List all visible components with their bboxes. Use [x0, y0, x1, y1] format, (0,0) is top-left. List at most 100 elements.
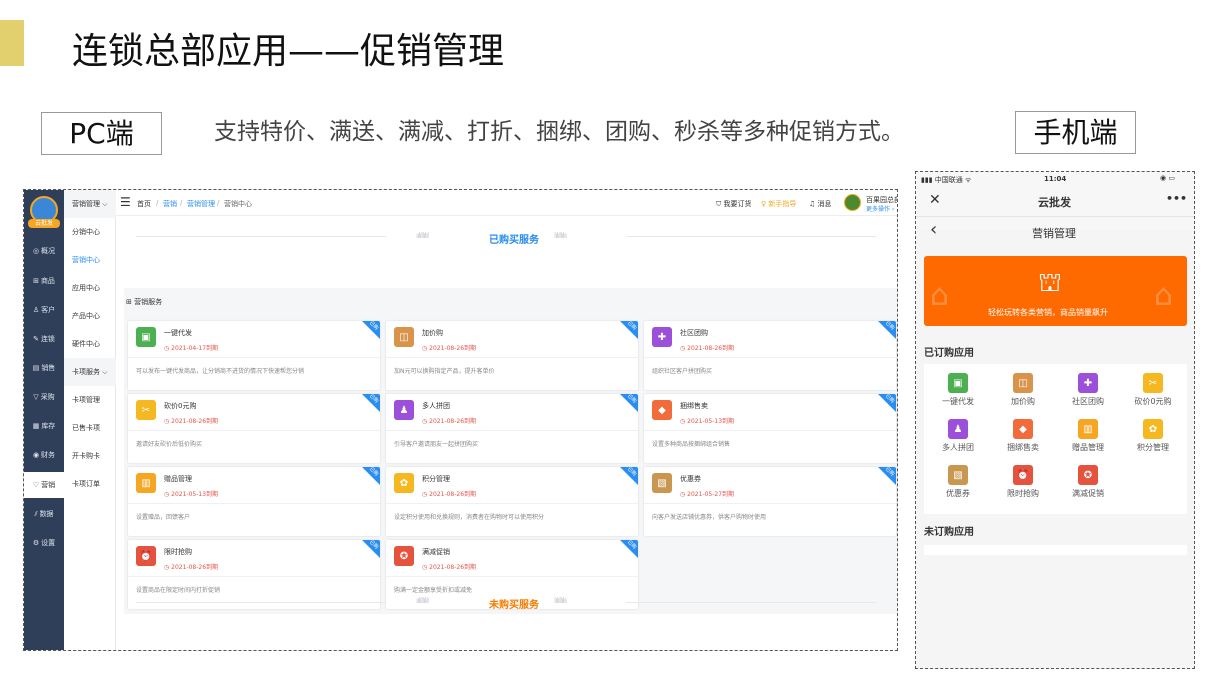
breadcrumb-item[interactable]: 营销: [163, 199, 177, 209]
service-card[interactable]: ▥ 赠品管理 ◷ 2021-05-13到期 设置赠品，回馈客户 已购: [128, 467, 380, 536]
mobile-app-item[interactable]: ◫ 加价购: [993, 373, 1053, 407]
sidebar-item[interactable]: ▦ 库存: [24, 413, 64, 439]
service-name: 积分管理: [422, 475, 450, 483]
submenu-item[interactable]: 已售卡项: [64, 414, 116, 442]
close-icon[interactable]: ✕: [929, 192, 941, 208]
breadcrumb-item[interactable]: 营销管理: [187, 199, 215, 209]
more-actions-link[interactable]: 更多操作 ›: [866, 204, 894, 213]
service-card[interactable]: ✚ 社区团购 ◷ 2021-08-26到期 组织社区客户拼团购买 已购: [644, 321, 896, 390]
sidebar-item-label: 设置: [41, 539, 56, 547]
app-label: 社区团购: [1072, 397, 1104, 406]
mobile-app-item[interactable]: ✪ 满减促销: [1058, 465, 1118, 499]
service-desc: 设置商品在限定时间内打折促销: [136, 587, 221, 594]
guide-icon: ♀: [761, 200, 767, 208]
app-icon: ✪: [1078, 465, 1098, 485]
mobile-app-item[interactable]: ✚ 社区团购: [1058, 373, 1118, 407]
submenu-group[interactable]: 营销管理 ⌵: [64, 190, 116, 218]
bought-services-title: 已购买服务: [489, 235, 539, 246]
clock-icon: ◷: [164, 345, 170, 352]
sidebar-item[interactable]: ▤ 销售: [24, 355, 64, 381]
sidebar-item[interactable]: ⊞ 商品: [24, 268, 64, 294]
app-icon: ✚: [1078, 373, 1098, 393]
mobile-app-item[interactable]: ◆ 捆绑售卖: [993, 419, 1053, 453]
order-link[interactable]: ⛉ 我要订货: [716, 199, 751, 209]
service-expiry-date: 2021-08-26到期: [429, 564, 477, 571]
submenu-item[interactable]: 分销中心: [64, 218, 116, 246]
slide-title: 连锁总部应用——促销管理: [72, 31, 505, 72]
sidebar-icon: ◎: [32, 247, 40, 255]
service-card[interactable]: ✿ 积分管理 ◷ 2021-08-26到期 设定积分使用和兑换规则，消费者在购物时可以…: [386, 467, 638, 536]
mobile-app-item[interactable]: ▥ 赠品管理: [1058, 419, 1118, 453]
app-icon: ♟: [948, 419, 968, 439]
service-name: 砍价0元购: [164, 402, 197, 410]
mobile-app-item[interactable]: ▧ 优惠券: [928, 465, 988, 499]
mobile-app-item[interactable]: ⏰ 限时抢购: [993, 465, 1053, 499]
mobile-app-item[interactable]: ♟ 多人拼团: [928, 419, 988, 453]
pc-sidebar: 云批发 ◎ 概况 ⊞ 商品 ♙ 客户 ✎ 连锁 ▤ 销售 ▽ 采购 ▦ 库存 ◉ 财务 ♡ 营销 ⫽ 数据 ⚙ 设置: [24, 190, 64, 650]
sidebar-item[interactable]: ◉ 财务: [24, 442, 64, 468]
sidebar-item[interactable]: ✎ 连锁: [24, 326, 64, 352]
service-card[interactable]: ✂ 砍价0元购 ◷ 2021-08-26到期 邀请好友砍价后低价购买 已购: [128, 394, 380, 463]
sidebar-item[interactable]: ▽ 采购: [24, 384, 64, 410]
service-expiry: ◷ 2021-05-13到期: [680, 416, 734, 425]
menu-icon[interactable]: ☰: [120, 195, 131, 209]
sidebar-item-label: 销售: [41, 364, 56, 372]
wave-decoration-icon: ıılıllılıl: [416, 231, 429, 240]
store-avatar[interactable]: [844, 194, 861, 211]
service-card[interactable]: ♟ 多人拼团 ◷ 2021-08-26到期 引导客户邀请朋友一起拼团购买 已购: [386, 394, 638, 463]
signal-icon: ▮▮▮: [921, 176, 933, 184]
sidebar-item-label: 采购: [40, 393, 55, 401]
building-deco-icon: ⌂: [1154, 278, 1174, 313]
pc-label: PC端: [41, 112, 162, 155]
sidebar-icon: ♙: [32, 306, 40, 314]
promo-banner[interactable]: ⛫ ⌂ ⌂ 轻松玩转各类营销，商品销量飙升: [924, 256, 1187, 326]
clock-icon: ◷: [680, 345, 686, 352]
sidebar-item[interactable]: ⚙ 设置: [24, 530, 64, 556]
panel-title-text: 营销服务: [134, 298, 163, 306]
submenu-item[interactable]: 卡项管理: [64, 386, 116, 414]
message-link[interactable]: ♫ 消息: [809, 199, 832, 209]
mobile-app-item[interactable]: ✂ 砍价0元购: [1123, 373, 1183, 407]
back-icon[interactable]: ‹: [930, 219, 937, 240]
guide-link[interactable]: ♀ 新手指导: [761, 199, 796, 209]
banner-text: 轻松玩转各类营销，商品销量飙升: [988, 308, 1108, 317]
submenu-item[interactable]: 产品中心: [64, 302, 116, 330]
service-name: 赠品管理: [164, 475, 192, 483]
service-desc: 邀请好友砍价后低价购买: [136, 441, 203, 448]
service-icon: ⏰: [136, 546, 156, 566]
sidebar-item[interactable]: ♡ 营销: [24, 472, 64, 498]
more-icon[interactable]: •••: [1166, 192, 1187, 205]
service-icon: ✿: [394, 473, 414, 493]
submenu-group[interactable]: 卡项服务 ⌵: [64, 358, 116, 386]
submenu-item[interactable]: 卡项订单: [64, 470, 116, 498]
submenu-item[interactable]: 应用中心: [64, 274, 116, 302]
service-card[interactable]: ▧ 优惠券 ◷ 2021-05-27到期 向客户发送店铺优惠券，供客户购物时使用 已购: [644, 467, 896, 536]
service-card[interactable]: ◆ 捆绑售卖 ◷ 2021-05-13到期 设置多种商品按捆绑组合销售 已购: [644, 394, 896, 463]
wave-decoration-icon: lılıllılıı: [554, 231, 567, 240]
mobile-app-item[interactable]: ✿ 积分管理: [1123, 419, 1183, 453]
submenu-item[interactable]: 开卡购卡: [64, 442, 116, 470]
sidebar-item[interactable]: ◎ 概况: [24, 238, 64, 264]
service-name: 优惠券: [680, 475, 701, 483]
submenu-item[interactable]: 硬件中心: [64, 330, 116, 358]
submenu-item[interactable]: 营销中心: [64, 246, 116, 274]
logo-badge: 云批发: [28, 219, 60, 228]
mobile-app-item[interactable]: ▣ 一键代发: [928, 373, 988, 407]
order-icon: ⛉: [716, 200, 722, 208]
breadcrumb-home[interactable]: 首页: [137, 199, 151, 209]
unordered-apps-list: [924, 545, 1187, 555]
sidebar-item[interactable]: ♙ 客户: [24, 297, 64, 323]
service-card[interactable]: ▣ 一键代发 ◷ 2021-04-17到期 可以发布一键代发商品，让分销商不进货的情况…: [128, 321, 380, 390]
ordered-apps-title: 已订购应用: [924, 348, 974, 359]
sidebar-item[interactable]: ⫽ 数据: [24, 501, 64, 527]
service-name: 社区团购: [680, 329, 708, 337]
sidebar-icon: ⊞: [33, 277, 39, 285]
app-label: 限时抢购: [1007, 489, 1039, 498]
service-card[interactable]: ◫ 加价购 ◷ 2021-08-26到期 加N元可以换购指定产品，提升客单价 已购: [386, 321, 638, 390]
service-desc: 加N元可以换购指定产品，提升客单价: [394, 368, 495, 375]
service-card[interactable]: ⏰ 限时抢购 ◷ 2021-08-26到期 设置商品在限定时间内打折促销 已购: [128, 540, 380, 609]
service-icon: ▧: [652, 473, 672, 493]
carrier-text: 中国联通: [934, 176, 963, 184]
mobile-screenshot: ▮▮▮ 中国联通 ᯤ 11:04 ◉ ▭ ✕ 云批发 ••• ‹ 营销管理 ⛫ …: [915, 171, 1195, 669]
service-expiry: ◷ 2021-08-26到期: [422, 562, 476, 571]
